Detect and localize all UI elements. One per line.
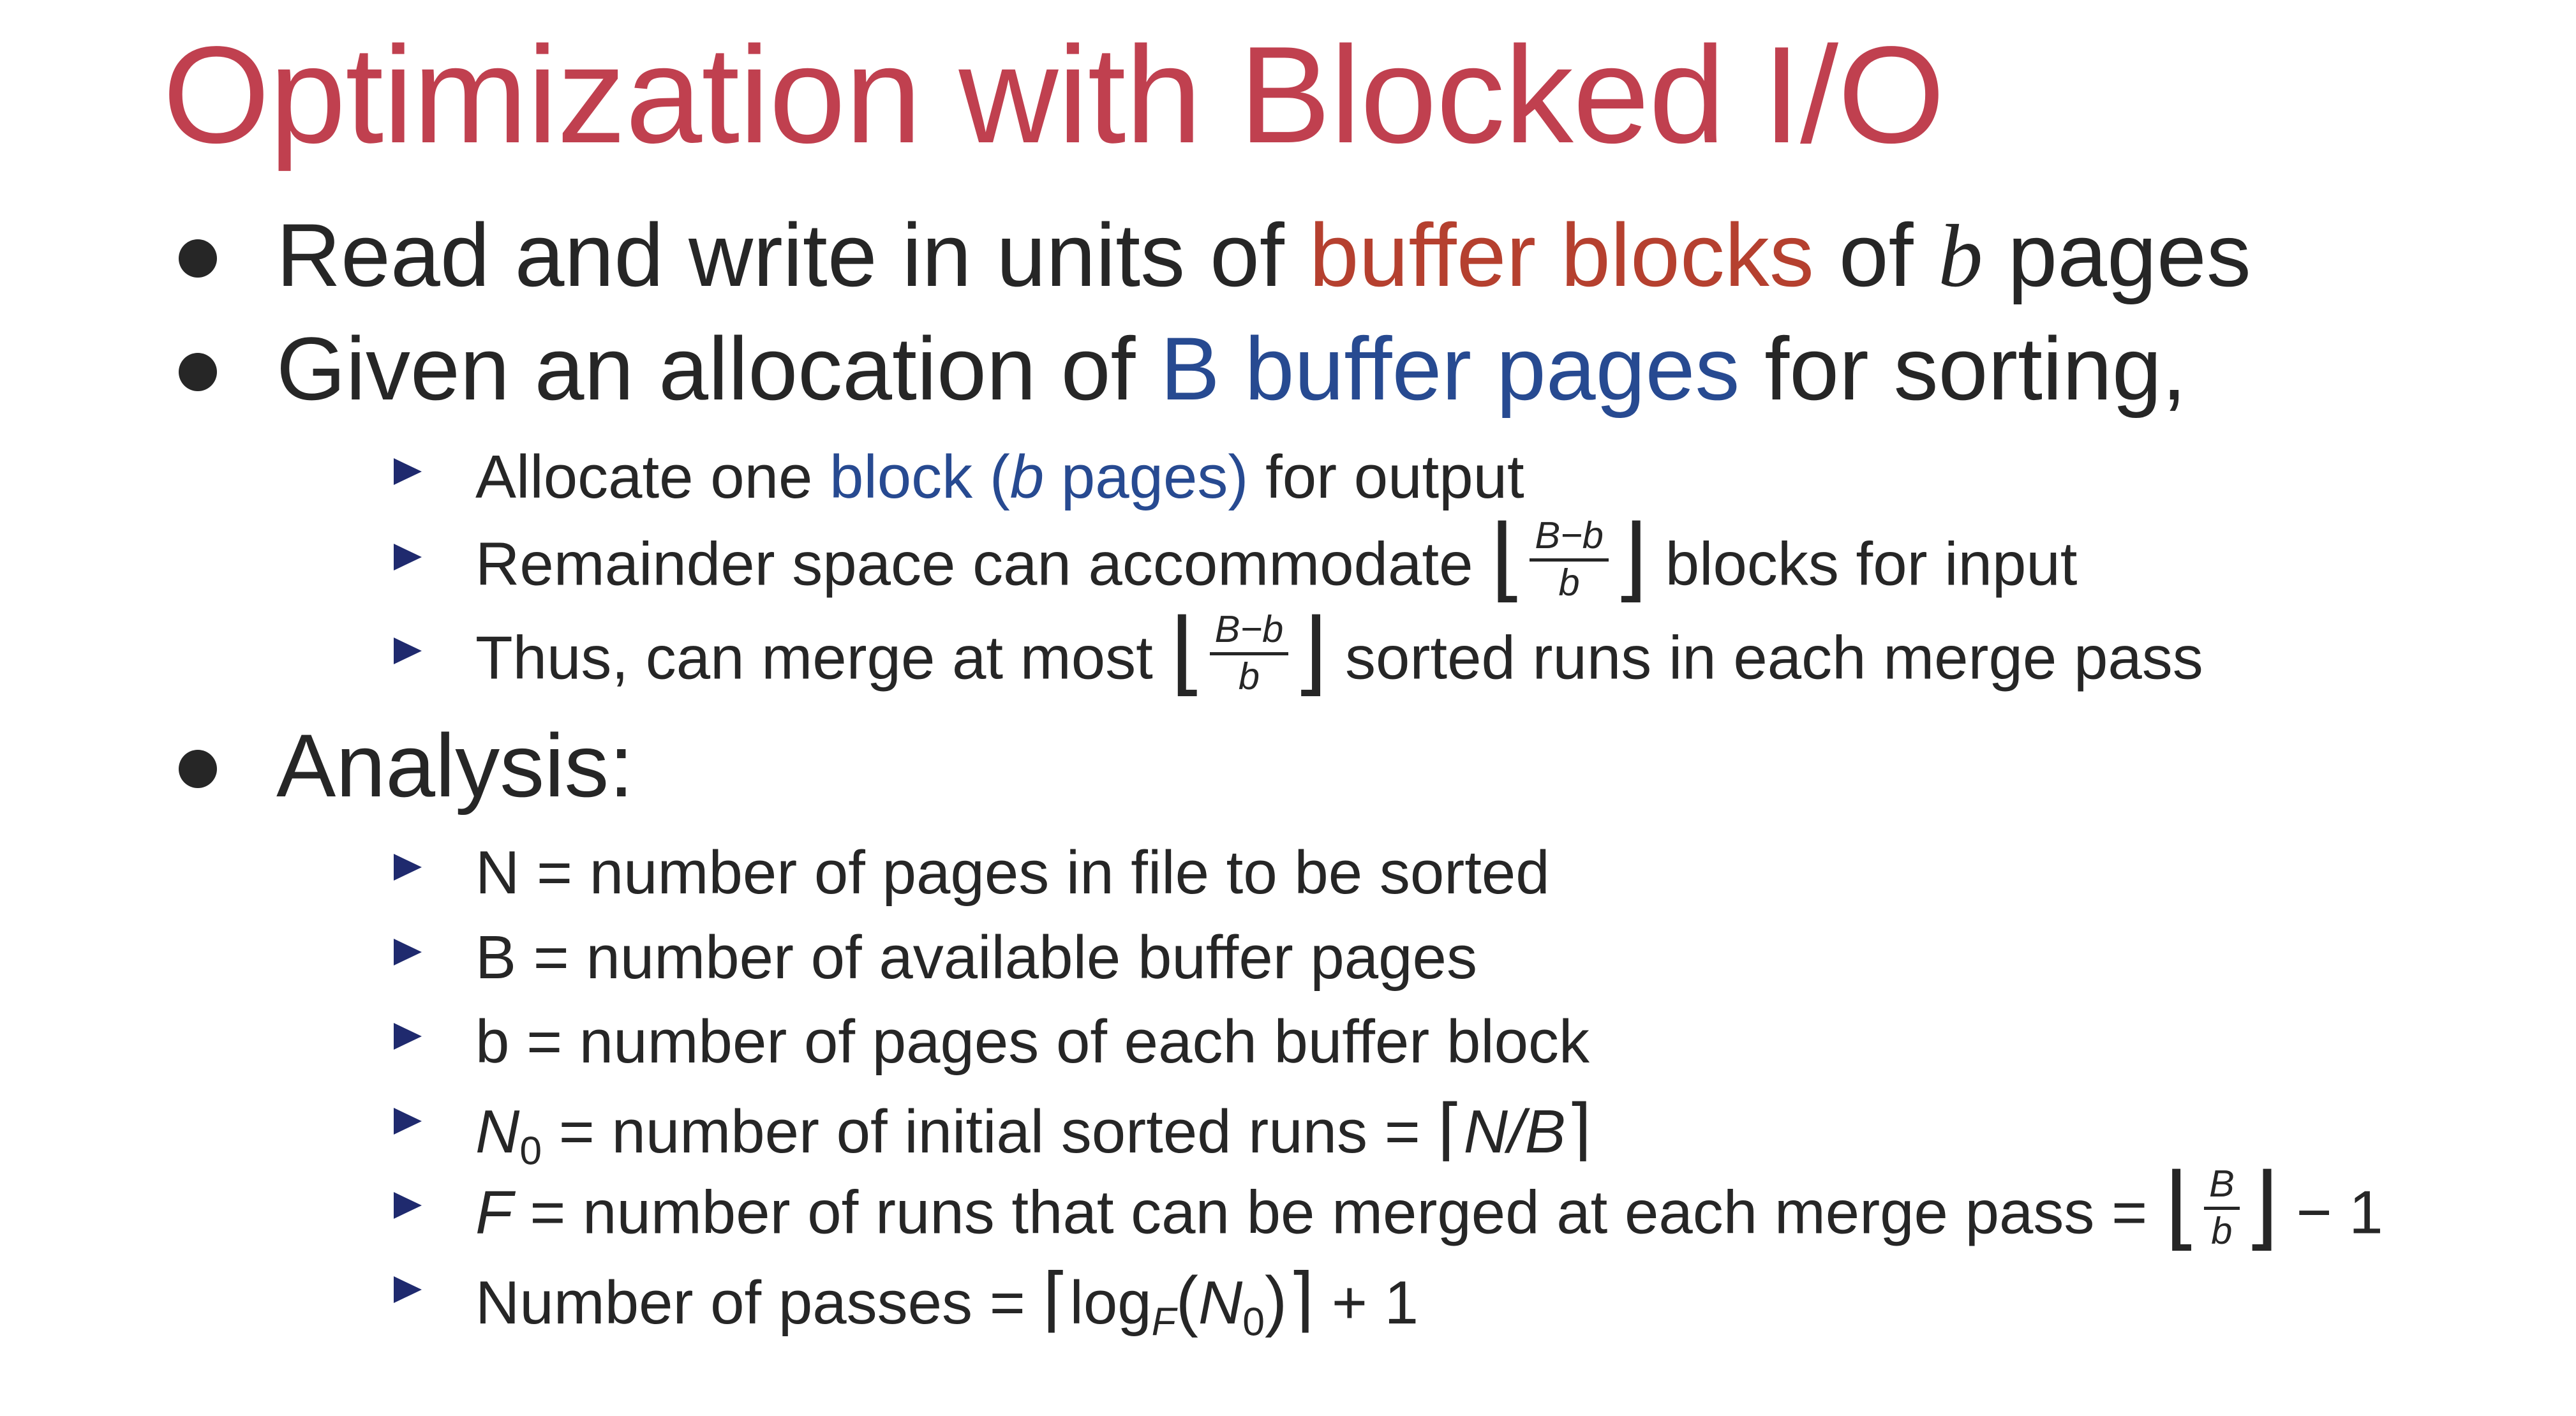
sub-bullet-text: b = number of pages of each buffer block xyxy=(475,1008,1590,1076)
sub-bullet-text: Number of passes = ⌈logF(N0)⌉ + 1 xyxy=(475,1260,1418,1345)
sub-bullet-text: N = number of pages in file to be sorted xyxy=(475,838,1550,907)
triangle-bullet-icon xyxy=(394,854,422,881)
ceil-expression: ⌈N/B⌉ xyxy=(1437,1092,1592,1167)
bullet-text: Analysis: xyxy=(276,715,634,816)
triangle-bullet-icon xyxy=(394,1192,422,1219)
bullet-dot-icon xyxy=(179,750,217,788)
bullet-dot-icon xyxy=(179,239,217,278)
sub-bullet-text: Remainder space can accommodate ⌊ B−b b ⌋ b… xyxy=(475,507,2078,610)
bullet-text: Given an allocation of B buffer pages fo… xyxy=(276,318,2187,419)
highlight-buffer-blocks: buffer blocks xyxy=(1309,205,1814,305)
fraction: B−b b xyxy=(1209,609,1289,696)
triangle-bullet-icon xyxy=(394,1023,422,1050)
slide: Optimization with Blocked I/O Read and w… xyxy=(0,0,2576,1416)
sub-bullet-text: F = number of runs that can be merged at… xyxy=(475,1156,2383,1258)
floor-expression: ⌊ Bb ⌋ xyxy=(2164,1156,2279,1258)
triangle-bullet-icon xyxy=(394,939,422,965)
floor-expression: ⌊ B−b b ⌋ xyxy=(1170,601,1329,704)
highlight-buffer-pages: B buffer pages xyxy=(1160,318,1740,419)
triangle-bullet-icon xyxy=(394,637,422,664)
triangle-bullet-icon xyxy=(394,1108,422,1135)
triangle-bullet-icon xyxy=(394,1276,422,1303)
slide-title: Optimization with Blocked I/O xyxy=(163,17,1945,172)
math-var-b: b xyxy=(1938,207,1983,306)
fraction: B−b b xyxy=(1530,515,1609,602)
floor-expression: ⌊ B−b b ⌋ xyxy=(1490,507,1649,610)
sub-bullet-text: N0 = number of initial sorted runs = ⌈N/… xyxy=(475,1092,1592,1174)
sub-bullet-text: Allocate one block (b pages) for output xyxy=(475,443,1524,511)
sub-bullet-text: Thus, can merge at most ⌊ B−b b ⌋ sorted ru… xyxy=(475,601,2203,704)
sub-bullet-text: B = number of available buffer pages xyxy=(475,923,1477,992)
bullet-dot-icon xyxy=(179,353,217,391)
fraction: Bb xyxy=(2203,1163,2240,1251)
ceil-log-expression: ⌈logF(N0)⌉ + 1 xyxy=(1042,1260,1418,1345)
bullet-text: Read and write in units of buffer blocks… xyxy=(276,205,2251,306)
triangle-bullet-icon xyxy=(394,544,422,570)
triangle-bullet-icon xyxy=(394,458,422,485)
